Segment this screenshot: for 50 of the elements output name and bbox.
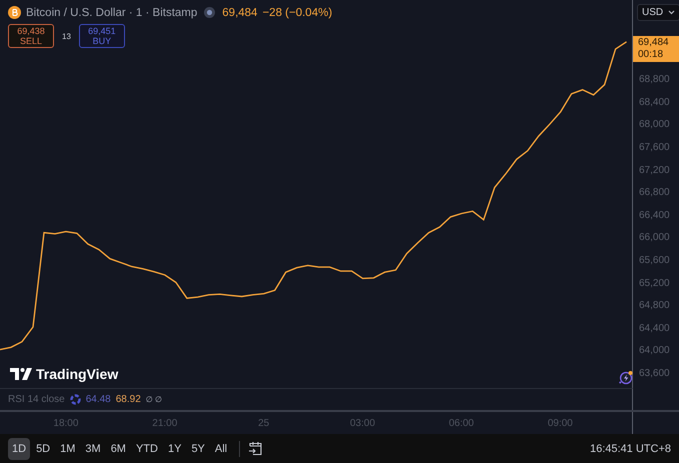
price-change: −28 (−0.04%) bbox=[262, 6, 332, 18]
axis-label: 09:00 bbox=[548, 418, 573, 428]
sell-button[interactable]: 69,438 SELL bbox=[8, 24, 54, 48]
axis-label: 65,200 bbox=[639, 276, 670, 291]
bar-countdown: 00:18 bbox=[638, 48, 664, 61]
range-tab[interactable]: 3M bbox=[81, 438, 105, 460]
range-tab[interactable]: 1Y bbox=[164, 438, 186, 460]
axis-label: 63,600 bbox=[639, 366, 670, 381]
axis-label: 67,600 bbox=[639, 140, 670, 155]
rsi-ma-value: 68.92 bbox=[116, 394, 141, 405]
logo-icon bbox=[10, 368, 32, 380]
axis-label: 66,800 bbox=[639, 186, 670, 200]
lightning-icon[interactable] bbox=[617, 370, 633, 386]
axis-label: 21:00 bbox=[152, 418, 178, 428]
range-tab[interactable]: 1D bbox=[8, 438, 30, 460]
current-price: 69,484 bbox=[638, 36, 670, 49]
calendar-icon[interactable] bbox=[248, 441, 264, 456]
status-icon[interactable] bbox=[204, 7, 216, 18]
axis-label: 64,400 bbox=[639, 322, 670, 336]
axis-label: 65,600 bbox=[639, 254, 670, 268]
axis-label: 25 bbox=[258, 418, 270, 428]
rsi-extra: ∅ ∅ bbox=[146, 395, 162, 404]
axis-label: 64,800 bbox=[639, 299, 670, 314]
axis-label: 68,000 bbox=[639, 118, 670, 132]
symbol-title[interactable]: Bitcoin / U.S. Dollar · 1 · Bitstamp bbox=[26, 6, 198, 18]
range-tab[interactable]: 5D bbox=[32, 438, 54, 460]
currency-dropdown[interactable]: USD bbox=[637, 4, 679, 21]
spread-value: 13 bbox=[62, 32, 71, 40]
axis-label: 66,400 bbox=[639, 208, 670, 223]
range-tab[interactable]: 5Y bbox=[187, 438, 209, 460]
coin-icon bbox=[8, 6, 21, 19]
axis-label: 03:00 bbox=[350, 418, 376, 428]
axis-label: 66,000 bbox=[639, 231, 670, 246]
buy-button[interactable]: 69,451 BUY bbox=[78, 24, 125, 48]
clock-time: 16:45:41 UTC+8 bbox=[590, 442, 671, 454]
axis-label: 68,400 bbox=[639, 96, 670, 110]
rsi-value: 64.48 bbox=[86, 394, 111, 405]
axis-label: 68,800 bbox=[639, 73, 670, 88]
last-price: 69,484 bbox=[222, 6, 258, 18]
axis-label: 67,200 bbox=[639, 164, 670, 178]
loading-icon bbox=[70, 394, 81, 405]
range-tab[interactable]: All bbox=[210, 438, 232, 460]
caret-icon bbox=[668, 10, 676, 15]
axis-label: 06:00 bbox=[448, 418, 474, 428]
axis-label: 18:00 bbox=[53, 418, 78, 428]
range-tab[interactable]: 1M bbox=[56, 438, 80, 460]
logo-wordmark: TradingView bbox=[36, 366, 118, 382]
axis-label: 64,000 bbox=[639, 344, 670, 358]
range-tab[interactable]: 6M bbox=[106, 438, 130, 460]
range-tab[interactable]: YTD bbox=[132, 438, 162, 460]
